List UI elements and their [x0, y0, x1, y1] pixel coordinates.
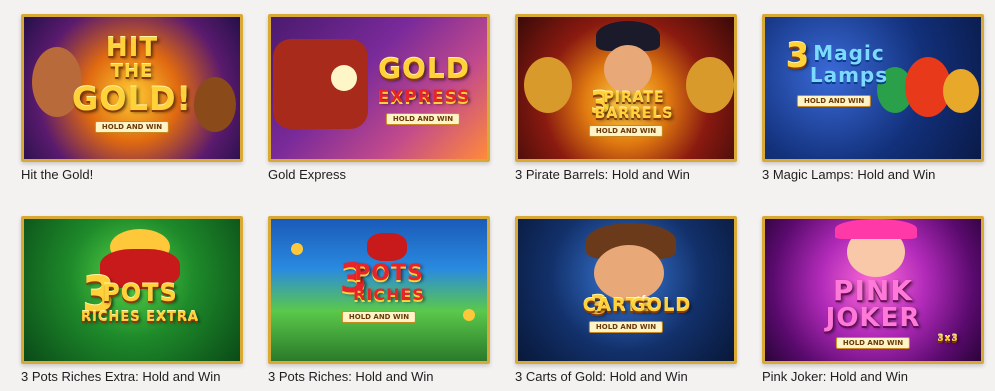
game-card-3-pots-riches-extra[interactable]: 3 POTS RICHES EXTRA 3 Pots Riches Extra:… — [21, 216, 243, 384]
game-thumbnail[interactable]: HIT THE GOLD! HOLD AND WIN — [21, 14, 243, 162]
game-card-hit-the-gold[interactable]: HIT THE GOLD! HOLD AND WIN Hit the Gold! — [21, 14, 243, 182]
hold-and-win-badge: HOLD AND WIN — [796, 95, 872, 107]
game-thumbnail[interactable]: 3 PIRATE BARRELS HOLD AND WIN — [515, 14, 737, 162]
game-card-3-carts-of-gold[interactable]: 3 CARTS of GOLD HOLD AND WIN 3 Carts of … — [515, 216, 737, 384]
game-title[interactable]: 3 Magic Lamps: Hold and Win — [762, 167, 984, 182]
gold-coin — [463, 309, 475, 321]
logo-line-3: GOLD! — [71, 80, 192, 118]
game-title[interactable]: Gold Express — [268, 167, 490, 182]
logo-line-3: BARRELS — [594, 106, 674, 122]
logo-line-2: JOKER — [825, 303, 921, 333]
logo-line-2: POTS — [102, 279, 178, 307]
game-card-3-pots-riches[interactable]: 3 POTS RICHES HOLD AND WIN 3 Pots Riches… — [268, 216, 490, 384]
hold-and-win-badge: HOLD AND WIN — [341, 311, 417, 323]
logo-line-1: PINK — [832, 274, 914, 307]
logo-line-3: Lamps — [809, 63, 889, 87]
logo-line-3: RICHES EXTRA — [81, 310, 199, 325]
game-card-3-pirate-barrels[interactable]: 3 PIRATE BARRELS HOLD AND WIN 3 Pirate B… — [515, 14, 737, 182]
logo-line-4: GOLD — [630, 295, 692, 316]
game-thumbnail[interactable]: 3 POTS RICHES HOLD AND WIN — [268, 216, 490, 364]
gold-coin — [291, 243, 303, 255]
game-thumbnail[interactable]: 3 POTS RICHES EXTRA — [21, 216, 243, 364]
hold-and-win-badge: HOLD AND WIN — [588, 321, 664, 333]
game-card-3-magic-lamps[interactable]: 3 Magic Lamps HOLD AND WIN 3 Magic Lamps… — [762, 14, 984, 182]
logo-line-3: RICHES — [353, 285, 425, 304]
game-title[interactable]: 3 Pirate Barrels: Hold and Win — [515, 167, 737, 182]
hold-and-win-badge: HOLD AND WIN — [94, 121, 170, 133]
logo-line-2: POTS — [354, 261, 424, 286]
logo-line-2: PIRATE — [603, 90, 665, 106]
hold-and-win-badge: HOLD AND WIN — [835, 337, 911, 349]
hold-and-win-badge: HOLD AND WIN — [588, 125, 664, 137]
game-thumbnail[interactable]: GOLD EXPRESS HOLD AND WIN — [268, 14, 490, 162]
game-title[interactable]: 3 Pots Riches: Hold and Win — [268, 369, 490, 384]
game-title[interactable]: Pink Joker: Hold and Win — [762, 369, 984, 384]
logo-line-1: GOLD — [378, 52, 470, 85]
game-title[interactable]: 3 Pots Riches Extra: Hold and Win — [21, 369, 243, 384]
game-thumbnail[interactable]: 3 Magic Lamps HOLD AND WIN — [762, 14, 984, 162]
game-card-gold-express[interactable]: GOLD EXPRESS HOLD AND WIN Gold Express — [268, 14, 490, 182]
game-title[interactable]: Hit the Gold! — [21, 167, 243, 182]
logo-line-2: EXPRESS — [377, 87, 471, 107]
game-grid: HIT THE GOLD! HOLD AND WIN Hit the Gold!… — [0, 0, 995, 391]
grid-size-label: 3x3 — [937, 334, 959, 344]
game-title[interactable]: 3 Carts of Gold: Hold and Win — [515, 369, 737, 384]
locomotive-lamp — [331, 65, 357, 91]
game-thumbnail[interactable]: 3 CARTS of GOLD HOLD AND WIN — [515, 216, 737, 364]
logo-line-2: Magic — [813, 41, 885, 65]
game-card-pink-joker[interactable]: PINK JOKER HOLD AND WIN 3x3 Pink Joker: … — [762, 216, 984, 384]
logo-line-2: THE — [110, 61, 154, 82]
red-pot — [367, 233, 407, 261]
joker-hat — [835, 219, 917, 239]
logo-line-1: HIT — [105, 33, 159, 63]
hold-and-win-badge: HOLD AND WIN — [385, 113, 461, 125]
game-thumbnail[interactable]: PINK JOKER HOLD AND WIN 3x3 — [762, 216, 984, 364]
